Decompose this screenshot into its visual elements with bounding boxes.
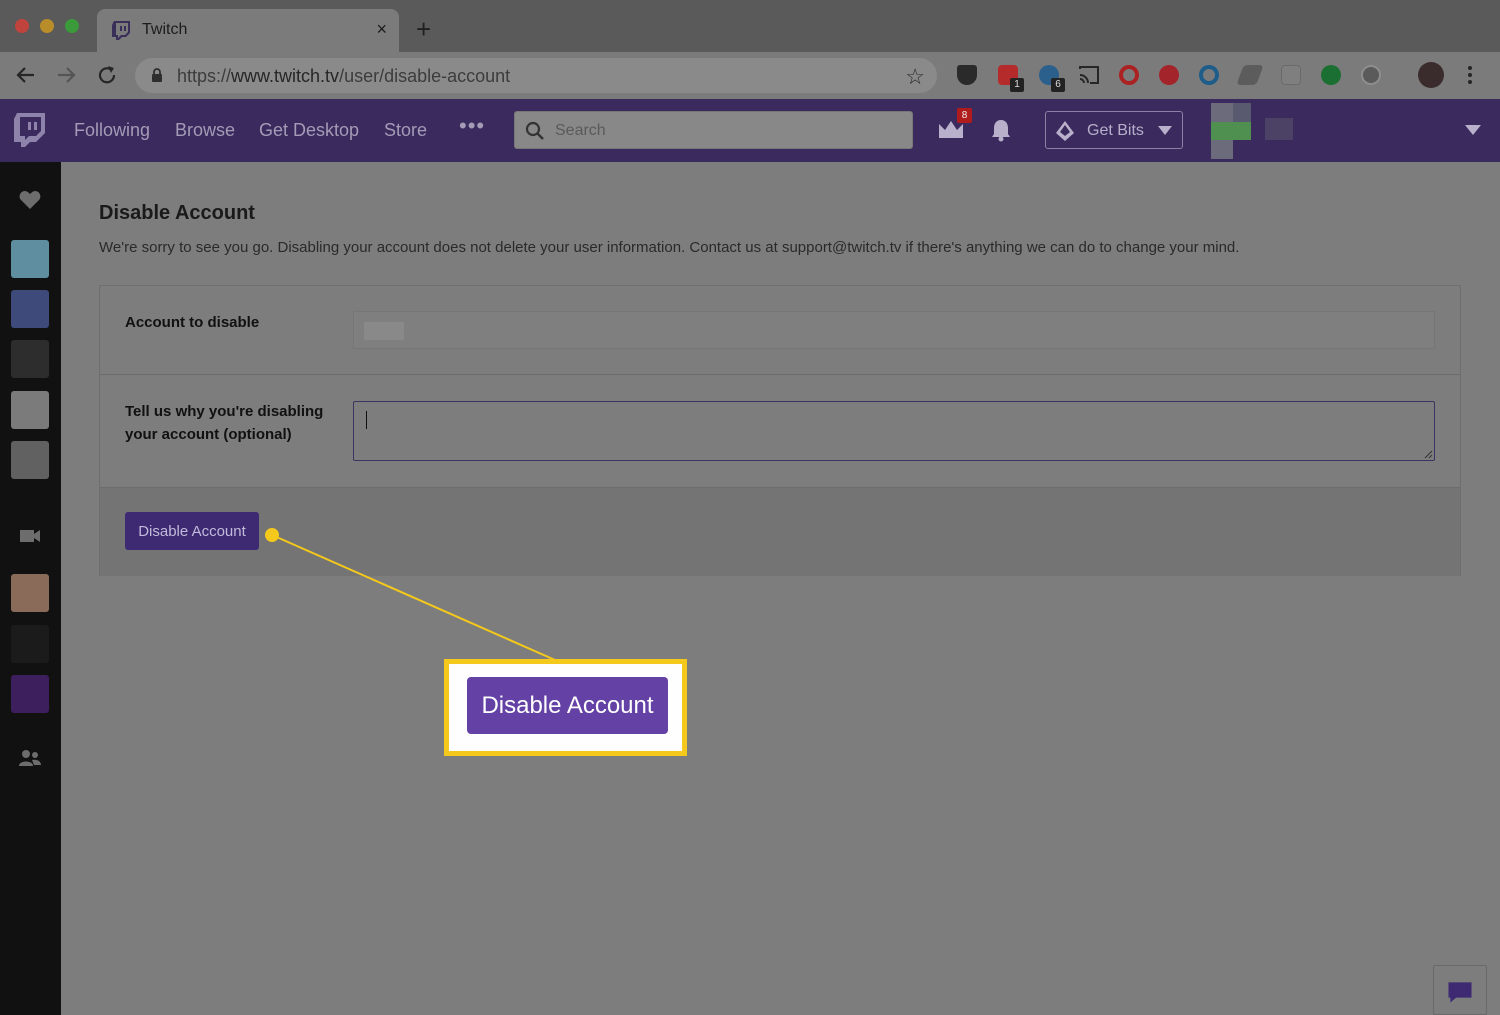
disable-account-button-zoomed[interactable]: Disable Account	[467, 677, 668, 734]
callout-zoom-box: Disable Account	[444, 659, 687, 756]
callout-dot	[265, 528, 279, 542]
callout-connector	[271, 534, 556, 661]
